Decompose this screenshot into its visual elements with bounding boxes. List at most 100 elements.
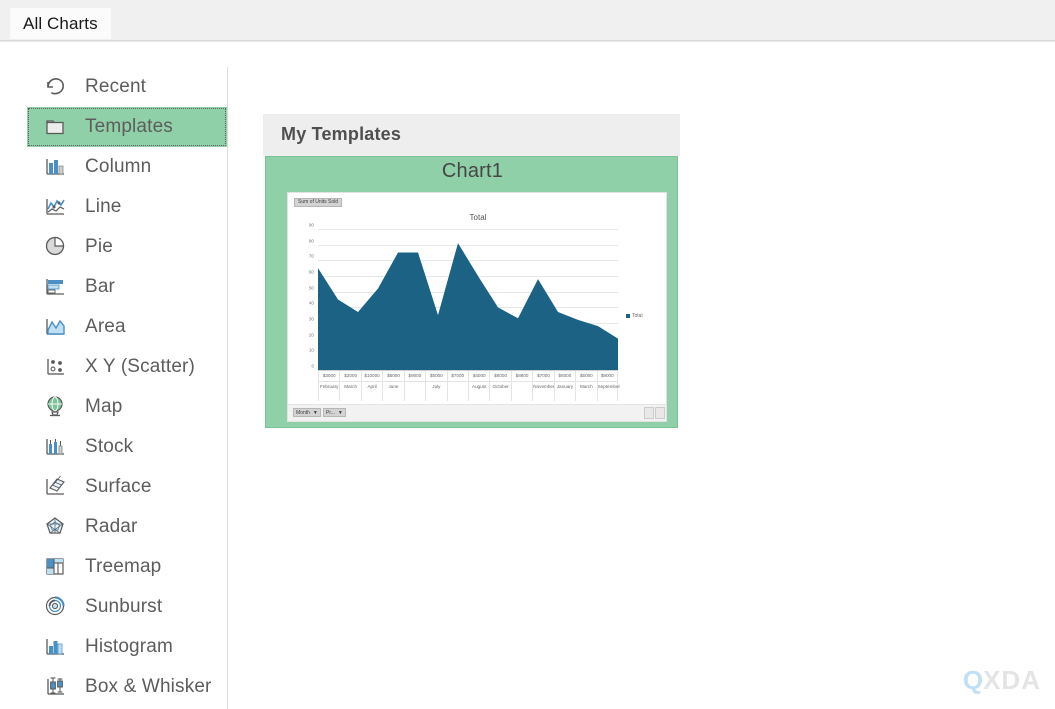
x-axis-amount-label: $6000 (558, 373, 572, 378)
chart-type-sidebar[interactable]: Recent Templates Column Line Pie Bar Area X Y (… (27, 67, 228, 709)
y-axis-tick-labels: 0 10 20 30 40 50 60 70 80 90 (292, 223, 316, 374)
x-axis-month-label: August (472, 384, 487, 389)
x-axis-tick-labels: $3000 February $2000 March $10000 April $6000 J… (318, 371, 621, 401)
x-axis-month-label: September (597, 384, 621, 389)
y-tick-50: 50 (308, 285, 314, 291)
sidebar-item-label: Treemap (85, 556, 162, 577)
x-axis-month-label: March (579, 384, 593, 389)
sidebar-item-label: Histogram (85, 636, 173, 657)
dialog-tab-strip: All Charts (0, 0, 1055, 41)
pie-chart-icon (41, 232, 71, 262)
sidebar-item-surface[interactable]: Surface (27, 467, 227, 507)
x-axis-cell: $8800 (510, 371, 532, 401)
sidebar-item-line[interactable]: Line (27, 187, 227, 227)
sidebar-item-stock[interactable]: Stock (27, 427, 227, 467)
bar-chart-icon (41, 272, 71, 302)
sidebar-item-label: Radar (85, 516, 138, 537)
templates-panel: My Templates Chart1 Sum of Units Sold To… (263, 114, 680, 434)
page-button-right[interactable] (655, 407, 665, 419)
sidebar-item-recent[interactable]: Recent (27, 67, 227, 107)
sidebar-item-label: Recent (85, 76, 147, 97)
chevron-down-icon: ▼ (337, 409, 343, 416)
sidebar-item-column[interactable]: Column (27, 147, 227, 187)
scatter-chart-icon (41, 352, 71, 382)
slicer-button-label: Month (296, 409, 310, 416)
x-axis-cell: $6000 January (553, 371, 575, 401)
sidebar-item-area[interactable]: Area (27, 307, 227, 347)
histogram-icon (41, 632, 71, 662)
slicer-button-label: Pr... (326, 409, 335, 416)
x-axis-month-label: July (432, 384, 441, 389)
slicer-button-month[interactable]: Month ▼ (293, 408, 321, 417)
tab-all-charts[interactable]: All Charts (10, 8, 111, 39)
sidebar-item-bar[interactable]: Bar (27, 267, 227, 307)
y-tick-60: 60 (308, 269, 314, 275)
slicer-button-pr[interactable]: Pr... ▼ (323, 408, 346, 417)
y-tick-10: 10 (308, 347, 314, 353)
chart-preview[interactable]: Sum of Units Sold Total 0 10 20 30 40 50 60 70 8… (287, 192, 667, 422)
x-axis-amount-label: $9000 (408, 373, 422, 378)
x-axis-cell: $7000 (446, 371, 468, 401)
radar-chart-icon (41, 512, 71, 542)
sidebar-item-radar[interactable]: Radar (27, 507, 227, 547)
sidebar-item-label: Surface (85, 476, 152, 497)
template-tile-chart1[interactable]: Chart1 Sum of Units Sold Total 0 10 20 30 40… (265, 156, 678, 428)
sidebar-item-label: Sunburst (85, 596, 163, 617)
sidebar-item-treemap[interactable]: Treemap (27, 547, 227, 587)
x-axis-amount-label: $10000 (364, 373, 380, 378)
x-axis-amount-label: $2000 (344, 373, 358, 378)
x-axis-amount-label: $8800 (515, 373, 529, 378)
legend-label-total: Total (632, 313, 643, 319)
x-axis-amount-label: $9000 (600, 373, 614, 378)
x-axis-amount-label: $6000 (387, 373, 400, 378)
globe-map-icon (41, 392, 71, 422)
x-axis-cell: $10000 April (360, 371, 382, 401)
x-axis-cell: $3000 February (318, 371, 339, 401)
chart-title: Total (469, 213, 487, 222)
x-axis-cell: $2000 March (339, 371, 360, 401)
panel-header: My Templates (263, 114, 680, 156)
sidebar-item-label: Stock (85, 436, 134, 457)
x-axis-amount-label: $7000 (451, 373, 465, 378)
y-tick-30: 30 (308, 316, 314, 322)
box-whisker-icon (41, 672, 71, 702)
x-axis-amount-label: $4000 (472, 373, 486, 378)
sidebar-item-label: Map (85, 396, 123, 417)
sidebar-item-sunburst[interactable]: Sunburst (27, 587, 227, 627)
sidebar-item-label: Area (85, 316, 126, 337)
pivot-field-button-sum-of-units-sold[interactable]: Sum of Units Sold (294, 198, 343, 207)
sidebar-item-label: Templates (85, 116, 173, 137)
page-button-left[interactable] (644, 407, 654, 419)
sidebar-item-x-y-scatter[interactable]: X Y (Scatter) (27, 347, 227, 387)
folder-icon (41, 112, 71, 142)
sidebar-item-map[interactable]: Map (27, 387, 227, 427)
tab-all-charts-label: All Charts (23, 13, 98, 33)
sidebar-item-label: X Y (Scatter) (85, 356, 196, 377)
sidebar-item-pie[interactable]: Pie (27, 227, 227, 267)
x-axis-cell: $5000 July (425, 371, 446, 401)
pivot-slicer-bar: Month ▼ Pr... ▼ (288, 404, 666, 421)
panel-header-title: My Templates (281, 124, 402, 144)
x-axis-month-label: February (320, 384, 339, 389)
area-chart-icon (41, 312, 71, 342)
x-axis-month-label: June (388, 384, 399, 389)
x-axis-month-label: March (344, 384, 358, 389)
x-axis-amount-label: $3000 (322, 373, 336, 378)
sidebar-item-histogram[interactable]: Histogram (27, 627, 227, 667)
surface-chart-icon (41, 472, 71, 502)
dialog-body: Recent Templates Column Line Pie Bar Area X Y (… (0, 41, 1055, 709)
y-tick-80: 80 (308, 238, 314, 244)
chart-legend: Total (626, 313, 643, 319)
watermark-mark: Q (962, 665, 983, 695)
x-axis-cell: $6000 June (382, 371, 403, 401)
sidebar-item-templates[interactable]: Templates (27, 107, 227, 147)
x-axis-amount-label: $6000 (494, 373, 508, 378)
x-axis-amount-label: $7000 (537, 373, 550, 378)
x-axis-month-label: November (533, 384, 555, 389)
sidebar-item-label: Bar (85, 276, 116, 297)
sidebar-item-box-whisker[interactable]: Box & Whisker (27, 667, 227, 707)
sunburst-icon (41, 592, 71, 622)
sidebar-item-label: Pie (85, 236, 113, 257)
x-axis-amount-label: $5000 (429, 373, 443, 378)
y-tick-20: 20 (308, 332, 314, 338)
